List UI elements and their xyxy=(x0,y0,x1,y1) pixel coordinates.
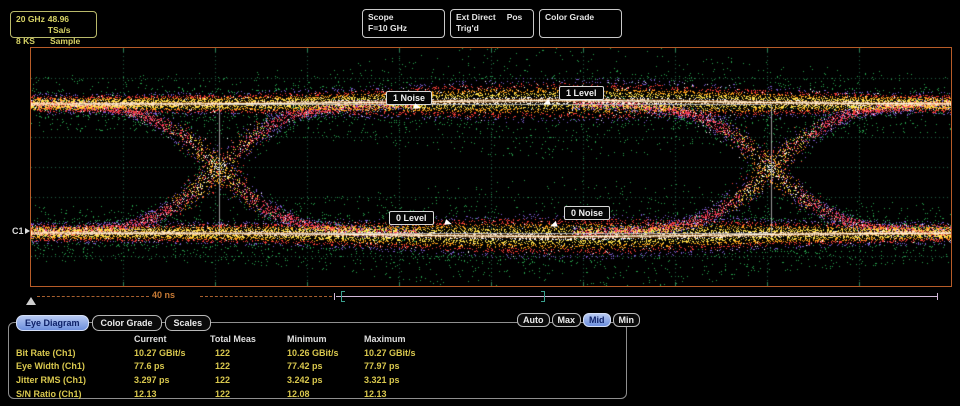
table-row: Eye Width (Ch1) 77.6 ps 122 77.42 ps 77.… xyxy=(16,360,622,374)
bandwidth-value: 20 GHz xyxy=(16,14,48,36)
expansion-line xyxy=(336,296,938,297)
scope-mode-box[interactable]: Scope F=10 GHz xyxy=(362,9,445,38)
color-grade-label: Color Grade xyxy=(545,12,616,23)
scope-screen: { "acquisition_box": { "bandwidth": "20 … xyxy=(0,0,960,406)
timebase-rule-right xyxy=(200,296,332,297)
expansion-start-tick xyxy=(334,293,335,300)
channel-1-marker[interactable]: C1 xyxy=(12,226,30,236)
results-tab-bar: Eye Diagram Color Grade Scales xyxy=(16,315,211,331)
table-row: Bit Rate (Ch1) 10.27 GBit/s 122 10.26 GB… xyxy=(16,346,622,360)
meas-current: 77.6 ps xyxy=(134,361,210,371)
meas-max: 12.13 xyxy=(364,389,622,399)
waveform-graticule[interactable]: 1 Noise 1 Level 0 Level 0 Noise xyxy=(30,47,952,287)
meas-total: 122 xyxy=(210,375,287,385)
scope-mode-title: Scope xyxy=(368,12,439,23)
trigger-source: Ext Direct xyxy=(456,12,496,23)
meas-min: 77.42 ps xyxy=(287,361,364,371)
header-current: Current xyxy=(134,334,210,344)
timebase-rule-left xyxy=(37,296,149,297)
meas-current: 3.297 ps xyxy=(134,375,210,385)
one-level-label: 1 Level xyxy=(559,86,604,100)
header-minimum: Minimum xyxy=(287,334,364,344)
header-total-meas: Total Meas xyxy=(210,334,287,344)
zero-level-label: 0 Level xyxy=(389,211,434,225)
acquisition-mode: Sample xyxy=(50,36,80,47)
timebase-label: 40 ns xyxy=(152,290,175,300)
meas-min: 3.242 ps xyxy=(287,375,364,385)
meas-total: 122 xyxy=(210,389,287,399)
tab-scales[interactable]: Scales xyxy=(165,315,212,331)
scope-filter-value: F=10 GHz xyxy=(368,23,439,34)
measurement-table: Current Total Meas Minimum Maximum Bit R… xyxy=(16,332,622,401)
measurement-panel: Current Total Meas Minimum Maximum Bit R… xyxy=(8,322,627,399)
min-button[interactable]: Min xyxy=(613,313,641,327)
expansion-end-tick xyxy=(937,293,938,300)
auto-button[interactable]: Auto xyxy=(517,313,550,327)
zero-noise-label: 0 Noise xyxy=(564,206,610,220)
meas-max: 10.27 GBit/s xyxy=(364,348,622,358)
header-maximum: Maximum xyxy=(364,334,622,344)
one-noise-label: 1 Noise xyxy=(386,91,432,105)
table-row: Jitter RMS (Ch1) 3.297 ps 122 3.242 ps 3… xyxy=(16,373,622,387)
stat-mode-buttons: Auto Max Mid Min xyxy=(517,313,640,327)
meas-total: 122 xyxy=(210,361,287,371)
channel-1-label: C1 xyxy=(12,226,24,236)
memory-value: 8 KS xyxy=(16,36,50,47)
eye-diagram-canvas[interactable] xyxy=(31,48,951,286)
meas-min: 10.26 GBit/s xyxy=(287,348,364,358)
trigger-status-box[interactable]: Ext Direct Pos Trig'd xyxy=(450,9,534,38)
meas-max: 77.97 ps xyxy=(364,361,622,371)
table-header-row: Current Total Meas Minimum Maximum xyxy=(16,332,622,346)
meas-name: S/N Ratio (Ch1) xyxy=(16,389,134,399)
meas-total: 122 xyxy=(210,348,287,358)
meas-name: Eye Width (Ch1) xyxy=(16,361,134,371)
tab-eye-diagram[interactable]: Eye Diagram xyxy=(16,315,89,331)
meas-min: 12.08 xyxy=(287,389,364,399)
channel-1-arrow-icon xyxy=(25,228,30,234)
mid-button[interactable]: Mid xyxy=(583,313,611,327)
trigger-position-marker-icon[interactable] xyxy=(26,297,36,305)
max-button[interactable]: Max xyxy=(552,313,582,327)
window-close-bracket-icon[interactable] xyxy=(541,291,545,302)
meas-current: 12.13 xyxy=(134,389,210,399)
table-row: S/N Ratio (Ch1) 12.13 122 12.08 12.13 xyxy=(16,387,622,401)
acquisition-status-box[interactable]: 20 GHz 48.96 TSa/s 8 KS Sample xyxy=(10,11,97,38)
trigger-state: Trig'd xyxy=(456,23,528,34)
meas-max: 3.321 ps xyxy=(364,375,622,385)
meas-name: Jitter RMS (Ch1) xyxy=(16,375,134,385)
sample-rate-value: 48.96 TSa/s xyxy=(48,14,91,36)
color-grade-box[interactable]: Color Grade xyxy=(539,9,622,38)
trigger-slope: Pos xyxy=(507,12,523,23)
meas-name: Bit Rate (Ch1) xyxy=(16,348,134,358)
meas-current: 10.27 GBit/s xyxy=(134,348,210,358)
window-open-bracket-icon[interactable] xyxy=(341,291,345,302)
tab-color-grade[interactable]: Color Grade xyxy=(92,315,162,331)
